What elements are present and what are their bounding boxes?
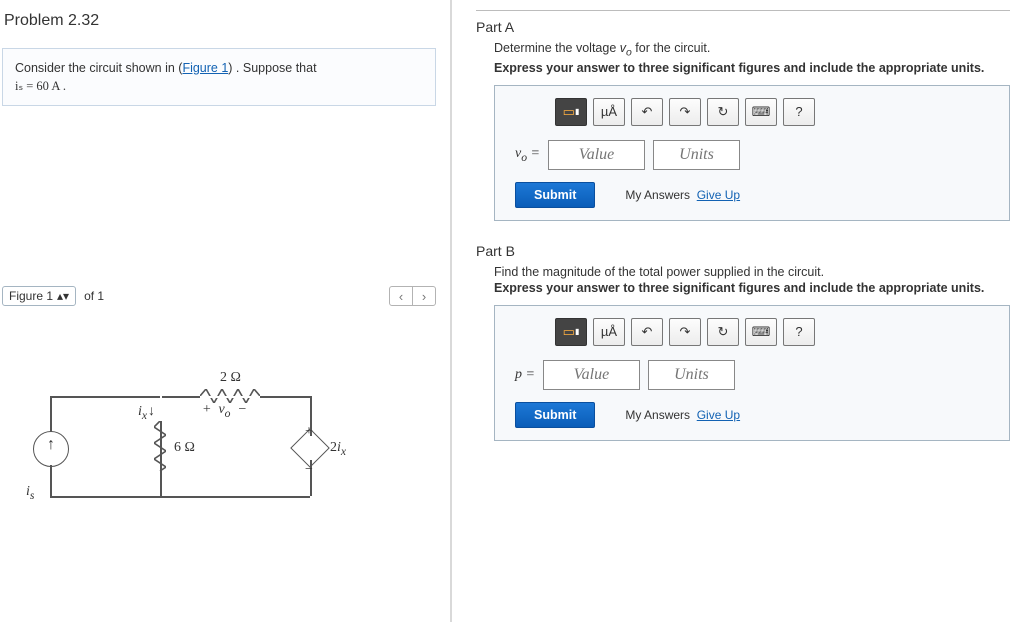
part-b-rule: Express your answer to three significant… [494,281,1010,295]
give-up-link-a[interactable]: Give Up [697,188,740,202]
units-tool[interactable]: µÅ [593,318,625,346]
var-a: vo = [515,146,540,164]
template-icon[interactable]: ▭▮ [555,318,587,346]
prob-text: Consider the circuit shown in ( [15,61,182,75]
ix-arrow: ↓ [148,404,155,420]
answer-box-b: ▭▮ µÅ ↶ ↷ ↻ ⌨ ? p = Submit My Answers Gi… [494,305,1010,441]
part-b-title: Part B [476,243,1010,259]
units-tool[interactable]: µÅ [593,98,625,126]
part-a-prompt: Determine the voltage vo for the circuit… [494,41,1010,59]
reset-icon[interactable]: ↻ [707,98,739,126]
give-up-link-b[interactable]: Give Up [697,408,740,422]
dropdown-icon: ▴▾ [57,289,69,303]
figure-link[interactable]: Figure 1 [182,61,228,75]
plus-icon: + [305,424,313,440]
units-input-a[interactable] [653,140,740,170]
ix-label: ix [138,404,147,422]
submit-button-a[interactable]: Submit [515,182,595,208]
keyboard-icon[interactable]: ⌨ [745,98,777,126]
minus-icon: − [305,462,313,478]
figure-count: of 1 [84,289,104,303]
my-answers-label: My Answers [625,408,690,422]
answer-box-a: ▭▮ µÅ ↶ ↷ ↻ ⌨ ? vo = Submit My Answers G… [494,85,1010,221]
figure-selector[interactable]: Figure 1 ▴▾ [2,286,76,306]
r-6ohm-label: 6 Ω [174,440,195,456]
circuit-diagram: ↑ 2 Ω 6 Ω + vo − ix ↓ is 2ix + − [30,356,350,526]
dep-label: 2ix [330,440,346,458]
template-icon[interactable]: ▭▮ [555,98,587,126]
prob-text2: ) . Suppose that [228,61,316,75]
var-b: p = [515,367,535,383]
given-value: iₛ = 60 A . [15,79,66,93]
help-icon[interactable]: ? [783,98,815,126]
redo-icon[interactable]: ↷ [669,98,701,126]
is-label: is [26,484,34,502]
problem-title: Problem 2.32 [0,8,438,36]
undo-icon[interactable]: ↶ [631,318,663,346]
part-a-title: Part A [476,19,1010,35]
vo-label: + vo − [202,402,247,420]
my-answers-label: My Answers [625,188,690,202]
help-icon[interactable]: ? [783,318,815,346]
r-2ohm-label: 2 Ω [220,370,241,386]
reset-icon[interactable]: ↻ [707,318,739,346]
units-input-b[interactable] [648,360,735,390]
undo-icon[interactable]: ↶ [631,98,663,126]
value-input-b[interactable] [543,360,640,390]
my-answers-a: My Answers Give Up [625,188,740,202]
problem-statement: Consider the circuit shown in (Figure 1)… [2,48,436,106]
prev-figure-button[interactable]: ‹ [390,287,412,305]
submit-button-b[interactable]: Submit [515,402,595,428]
keyboard-icon[interactable]: ⌨ [745,318,777,346]
my-answers-b: My Answers Give Up [625,408,740,422]
redo-icon[interactable]: ↷ [669,318,701,346]
part-b-prompt: Find the magnitude of the total power su… [494,265,1010,279]
value-input-a[interactable] [548,140,645,170]
next-figure-button[interactable]: › [412,287,435,305]
figure-selector-label: Figure 1 [9,289,53,303]
part-a-rule: Express your answer to three significant… [494,61,1010,75]
